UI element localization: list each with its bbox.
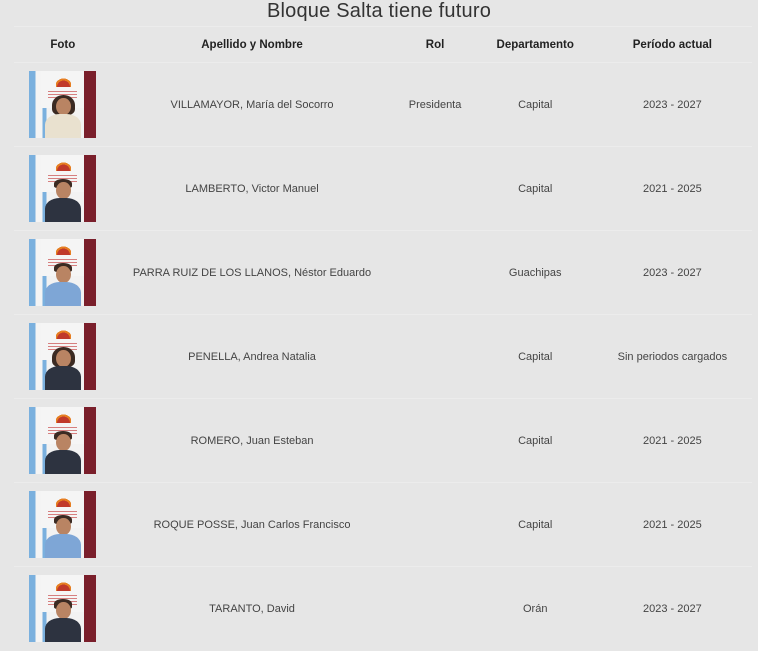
table-header-row: Foto Apellido y Nombre Rol Departamento … (14, 26, 752, 63)
table-row: PARRA RUIZ DE LOS LLANOS, Néstor Eduardo… (14, 230, 752, 315)
member-photo-icon[interactable] (29, 323, 96, 390)
nombre-cell: ROQUE POSSE, Juan Carlos Francisco (111, 482, 393, 567)
foto-cell (14, 482, 112, 567)
departamento-cell: Capital (477, 146, 593, 231)
nombre-cell: VILLAMAYOR, María del Socorro (111, 62, 393, 147)
foto-cell (14, 230, 112, 315)
header-rol: Rol (392, 26, 478, 63)
members-table: Foto Apellido y Nombre Rol Departamento … (14, 26, 752, 651)
departamento-cell: Guachipas (477, 230, 593, 315)
departamento-cell: Capital (477, 314, 593, 399)
foto-cell (14, 398, 112, 483)
member-photo-icon[interactable] (29, 239, 96, 306)
rol-cell (392, 398, 478, 483)
foto-cell (14, 146, 112, 231)
rol-cell (392, 230, 478, 315)
periodo-cell: 2023 - 2027 (592, 230, 752, 315)
rol-cell (392, 314, 478, 399)
table-row: ROMERO, Juan Esteban Capital 2021 - 2025 (14, 398, 752, 483)
foto-cell (14, 62, 112, 147)
periodo-cell: 2021 - 2025 (592, 146, 752, 231)
periodo-cell: Sin periodos cargados (592, 314, 752, 399)
nombre-cell: ROMERO, Juan Esteban (111, 398, 393, 483)
rol-cell (392, 146, 478, 231)
table-row: VILLAMAYOR, María del Socorro Presidenta… (14, 62, 752, 147)
periodo-cell: 2021 - 2025 (592, 482, 752, 567)
nombre-cell: PARRA RUIZ DE LOS LLANOS, Néstor Eduardo (111, 230, 393, 315)
rol-cell (392, 482, 478, 567)
member-photo-icon[interactable] (29, 491, 96, 558)
foto-cell (14, 314, 112, 399)
nombre-cell: PENELLA, Andrea Natalia (111, 314, 393, 399)
page: Bloque Salta tiene futuro Foto Apellido … (0, 0, 758, 651)
member-photo-icon[interactable] (29, 407, 96, 474)
table-row: ROQUE POSSE, Juan Carlos Francisco Capit… (14, 482, 752, 567)
periodo-cell: 2021 - 2025 (592, 398, 752, 483)
header-periodo: Período actual (592, 26, 752, 63)
header-departamento: Departamento (477, 26, 593, 63)
member-photo-icon[interactable] (29, 575, 96, 643)
departamento-cell: Capital (477, 482, 593, 567)
member-photo-icon[interactable] (29, 155, 96, 222)
table-row: LAMBERTO, Victor Manuel Capital 2021 - 2… (14, 146, 752, 231)
member-photo-icon[interactable] (29, 71, 96, 138)
rol-cell: Presidenta (392, 62, 478, 147)
departamento-cell: Capital (477, 398, 593, 483)
page-title: Bloque Salta tiene futuro (266, 0, 492, 22)
departamento-cell: Capital (477, 62, 593, 147)
periodo-cell: 2023 - 2027 (592, 62, 752, 147)
nombre-cell: LAMBERTO, Victor Manuel (111, 146, 393, 231)
header-nombre: Apellido y Nombre (111, 26, 393, 63)
header-foto: Foto (14, 26, 112, 63)
table-row: PENELLA, Andrea Natalia Capital Sin peri… (14, 314, 752, 399)
